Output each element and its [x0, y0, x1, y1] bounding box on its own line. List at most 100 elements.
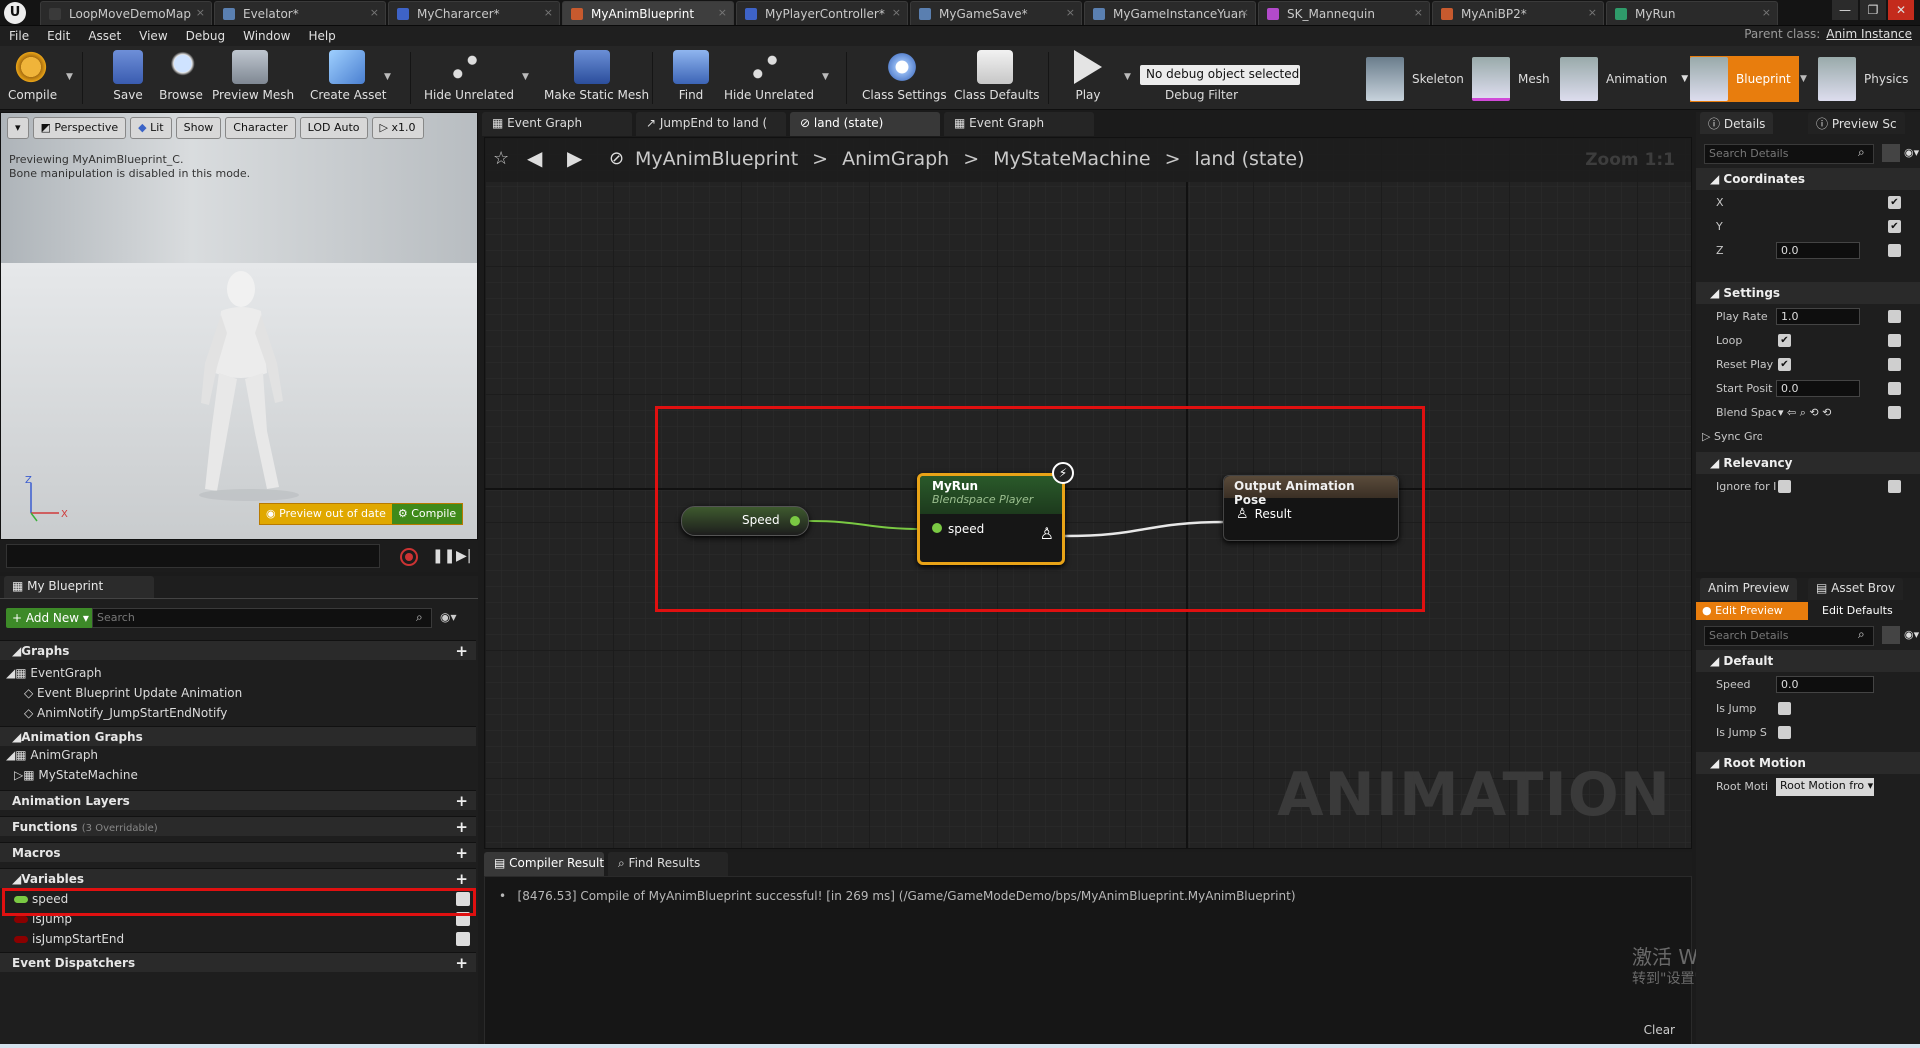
visibility-eye-icon[interactable] — [456, 932, 470, 946]
document-tab[interactable]: MyAniBP2* × — [1432, 1, 1604, 25]
lit-button[interactable]: ◆ Lit — [130, 117, 172, 139]
category-functions[interactable]: Functions (3 Overridable) + — [0, 816, 476, 836]
document-tab[interactable]: SK_Mannequin × — [1258, 1, 1430, 25]
menu-edit[interactable]: Edit — [38, 29, 79, 43]
tab-event-graph-2[interactable]: ▦ Event Graph — [944, 112, 1094, 136]
speed-output-pin[interactable] — [790, 516, 800, 526]
preview-mesh-button[interactable]: Preview Mesh — [212, 50, 294, 108]
maximize-icon[interactable]: ❐ — [1860, 0, 1886, 20]
tab-event-graph[interactable]: ▦ Event Graph — [482, 112, 632, 136]
category-variables[interactable]: ◢Variables + — [0, 868, 476, 888]
close-tab-icon[interactable]: × — [370, 6, 379, 19]
play-rate-input[interactable]: 1.0 — [1776, 308, 1860, 325]
class-settings-button[interactable]: Class Settings — [862, 50, 947, 108]
blendspace-player-node[interactable]: MyRun Blendspace Player speed ♙ ⚡ — [917, 462, 1074, 565]
make-static-mesh-button[interactable]: Make Static Mesh — [544, 50, 649, 108]
start-position-pin-checkbox[interactable] — [1888, 382, 1901, 395]
search-icon[interactable]: ⌕ — [1858, 627, 1865, 642]
create-asset-dropdown-icon[interactable]: ▼ — [384, 72, 391, 82]
play-button[interactable]: Play — [1062, 50, 1114, 108]
y-checkbox[interactable]: ✔ — [1888, 220, 1901, 233]
unreal-logo-icon[interactable]: U — [4, 2, 26, 24]
find-button[interactable]: Find — [670, 50, 712, 108]
compile-dropdown-icon[interactable]: ▼ — [66, 72, 73, 82]
edit-preview-tab[interactable]: ● Edit Preview — [1696, 602, 1808, 620]
viewport-options-button[interactable]: ▾ — [7, 117, 29, 139]
blueprint-search-input[interactable]: Search — [92, 608, 432, 628]
speed-input-pin[interactable] — [932, 523, 942, 533]
menu-asset[interactable]: Asset — [79, 29, 130, 43]
save-button[interactable]: Save — [108, 50, 148, 108]
pause-icon[interactable]: ❚❚ — [432, 548, 455, 564]
search-icon[interactable]: ⌕ — [1858, 145, 1865, 160]
view-options-eye-icon[interactable]: ◉▾ — [440, 610, 457, 624]
blend-space-asset-picker[interactable]: ▾ ⇦ ⌕ ⟲ ⟲ — [1778, 406, 1831, 420]
category-root-motion[interactable]: ◢ Root Motion — [1696, 752, 1920, 774]
tab-land-state[interactable]: ⊘ land (state) — [790, 112, 940, 136]
tree-item-state-machine[interactable]: ▷▦ MyStateMachine — [14, 768, 138, 782]
back-arrow-icon[interactable]: ◀ — [527, 146, 542, 170]
add-variable-icon[interactable]: + — [455, 870, 468, 888]
hide-unrelated-button[interactable]: Hide Unrelated — [424, 50, 514, 108]
category-animation-graphs[interactable]: ◢Animation Graphs — [0, 726, 476, 746]
breadcrumb-state-machine[interactable]: MyStateMachine — [993, 148, 1150, 170]
z-checkbox[interactable] — [1888, 244, 1901, 257]
clear-button[interactable]: Clear — [1644, 1023, 1675, 1037]
tab-find-results[interactable]: ⌕ Find Results — [608, 852, 728, 876]
close-tab-icon[interactable]: × — [544, 6, 553, 19]
tab-preview-scene[interactable]: ⓘ Preview Sc — [1808, 112, 1905, 134]
close-tab-icon[interactable]: × — [718, 6, 727, 19]
reset-play-checkbox[interactable]: ✔ — [1778, 358, 1791, 371]
mode-blueprint-button[interactable]: Blueprint — [1690, 56, 1799, 102]
record-button[interactable] — [400, 548, 418, 566]
menu-help[interactable]: Help — [299, 29, 344, 43]
menu-window[interactable]: Window — [234, 29, 299, 43]
add-graph-icon[interactable]: + — [455, 642, 468, 660]
favorite-star-icon[interactable]: ☆ — [493, 148, 509, 169]
category-graphs[interactable]: ◢Graphs + — [0, 640, 476, 660]
timeline-scrub-bar[interactable] — [6, 544, 380, 568]
preview-viewport[interactable]: ▾ ◩ Perspective ◆ Lit Show Character LOD… — [0, 112, 478, 540]
close-tab-icon[interactable]: × — [1414, 6, 1423, 19]
category-macros[interactable]: Macros + — [0, 842, 476, 862]
result-pose-pin-icon[interactable]: ♙ — [1236, 506, 1249, 522]
is-jump-start-end-checkbox[interactable] — [1778, 726, 1791, 739]
blueprint-dropdown-icon[interactable]: ▼ — [1800, 74, 1807, 84]
tab-anim-preview[interactable]: Anim Preview — [1700, 578, 1798, 600]
tab-asset-browser[interactable]: ▤ Asset Brov — [1808, 578, 1904, 600]
class-defaults-button[interactable]: Class Defaults — [954, 50, 1039, 108]
menu-debug[interactable]: Debug — [177, 29, 234, 43]
is-jump-checkbox[interactable] — [1778, 702, 1791, 715]
category-settings[interactable]: ◢ Settings — [1696, 282, 1920, 304]
reset-play-pin-checkbox[interactable] — [1888, 358, 1901, 371]
breadcrumb-anim-blueprint[interactable]: MyAnimBlueprint — [635, 148, 798, 170]
category-relevancy[interactable]: ◢ Relevancy — [1696, 452, 1920, 474]
category-animation-layers[interactable]: Animation Layers + — [0, 790, 476, 810]
close-tab-icon[interactable]: × — [1066, 6, 1075, 19]
add-layer-icon[interactable]: + — [455, 792, 468, 810]
add-new-button[interactable]: + Add New ▾ — [6, 608, 95, 628]
anim-preview-search-input[interactable]: Search Details — [1704, 626, 1874, 646]
browse-button[interactable]: Browse — [156, 50, 206, 108]
blend-space-pin-checkbox[interactable] — [1888, 406, 1901, 419]
document-tab[interactable]: MyRun × — [1606, 1, 1778, 25]
tree-item-anim-notify[interactable]: ◇ AnimNotify_JumpStartEndNotify — [24, 706, 227, 720]
search-icon[interactable]: ⌕ — [416, 610, 423, 625]
create-asset-button[interactable]: Create Asset — [310, 50, 387, 108]
anim-graph-canvas[interactable]: ☆ ◀ ▶ ⊘ MyAnimBlueprint > AnimGraph > MySt… — [484, 137, 1692, 849]
breadcrumb-land-state[interactable]: land (state) — [1195, 148, 1305, 170]
my-blueprint-tab[interactable]: ▦ My Blueprint — [4, 576, 154, 598]
loop-pin-checkbox[interactable] — [1888, 334, 1901, 347]
loop-checkbox[interactable]: ✔ — [1778, 334, 1791, 347]
speed-getter-node[interactable]: Speed — [681, 506, 809, 536]
minimize-icon[interactable]: — — [1832, 0, 1858, 20]
show-button[interactable]: Show — [175, 117, 222, 139]
animation-dropdown-icon[interactable]: ▼ — [1681, 74, 1688, 84]
playback-speed-button[interactable]: ▷ x1.0 — [371, 117, 424, 139]
mode-mesh-button[interactable]: Mesh — [1472, 56, 1550, 102]
mode-animation-button[interactable]: Animation ▼ — [1560, 56, 1688, 102]
menu-view[interactable]: View — [130, 29, 176, 43]
edit-defaults-tab[interactable]: Edit Defaults — [1822, 604, 1893, 617]
tree-item-event-update[interactable]: ◇ Event Blueprint Update Animation — [24, 686, 242, 700]
play-dropdown-icon[interactable]: ▼ — [1124, 72, 1131, 82]
